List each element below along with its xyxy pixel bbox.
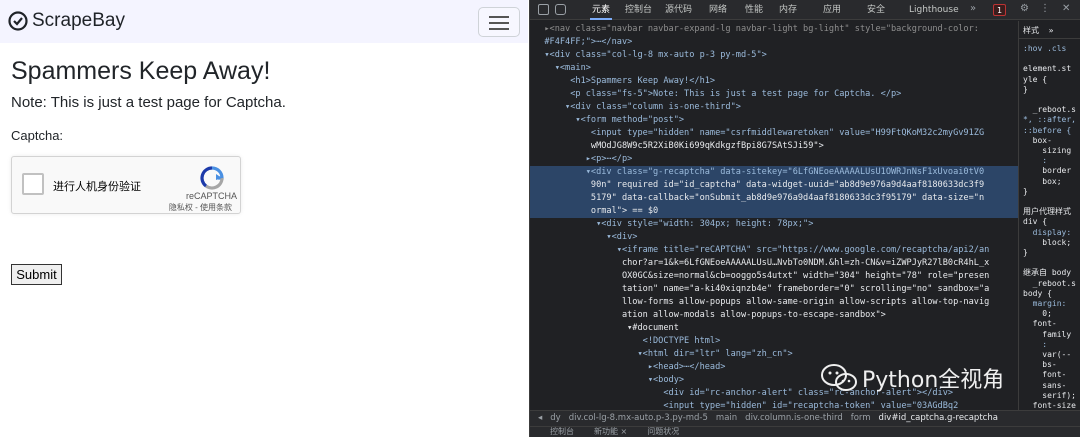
- submit-button[interactable]: Submit: [11, 264, 62, 285]
- devtools-tab[interactable]: Lighthouse: [907, 0, 961, 20]
- dom-tree-line[interactable]: <h1>Spammers Keep Away!</h1>: [534, 75, 715, 88]
- navbar: ScrapeBay: [0, 0, 528, 43]
- recaptcha-widget: 进行人机身份验证 reCAPTCHA 隐私权 - 使用条款: [11, 156, 241, 214]
- brand-logo-icon: [8, 11, 28, 31]
- dom-tree-line[interactable]: ▾<div class="col-lg-8 mx-auto p-3 py-md-…: [534, 49, 766, 62]
- dom-tree-line[interactable]: ▾<main>: [534, 62, 591, 75]
- captcha-label: Captcha:: [11, 128, 64, 143]
- recaptcha-privacy-terms-links[interactable]: 隐私权 - 使用条款: [169, 202, 232, 213]
- dom-tree-line[interactable]: ▾<form method="post">: [534, 114, 684, 127]
- style-rule-line: }: [1023, 84, 1028, 94]
- style-rule-line: block;: [1023, 237, 1072, 247]
- dom-tree-line[interactable]: ▸<p>⋯</p>: [534, 153, 633, 166]
- devtools-tab[interactable]: 元素: [590, 0, 613, 20]
- brand-name: ScrapeBay: [32, 10, 125, 31]
- dom-tree-line[interactable]: ▾<iframe title="reCAPTCHA" src="https://…: [534, 244, 990, 257]
- dom-tree-line[interactable]: ▾<div>: [534, 231, 637, 244]
- hamburger-icon: [489, 16, 509, 18]
- dom-tree-line[interactable]: #F4F4FF;">⋯</nav>: [534, 36, 632, 49]
- dom-tree-line[interactable]: ▾#document: [534, 322, 679, 335]
- inspect-element-icon[interactable]: [538, 4, 549, 15]
- brand[interactable]: ScrapeBay: [8, 10, 125, 32]
- drawer-tab[interactable]: 问题状况: [647, 427, 679, 436]
- devtools-tab[interactable]: 控制台: [623, 0, 654, 20]
- dom-tree-line[interactable]: 90n" required id="id_captcha" data-widge…: [534, 179, 984, 192]
- recaptcha-logo-icon: [200, 166, 224, 190]
- drawer-tab[interactable]: 控制台: [550, 427, 574, 436]
- dom-tree-line[interactable]: tation" name="a-ki40xiqnzb4e" frameborde…: [534, 283, 989, 296]
- devtools-tab[interactable]: 性能: [743, 0, 765, 20]
- breadcrumb-item[interactable]: form: [851, 413, 871, 423]
- recaptcha-brand: reCAPTCHA: [185, 191, 237, 201]
- dom-tree-line[interactable]: ▸<nav class="navbar navbar-expand-lg nav…: [534, 23, 979, 36]
- devtools-tab[interactable]: 网络: [707, 0, 729, 20]
- dom-tree-line[interactable]: ▾<div class="column is-one-third">: [534, 101, 741, 114]
- dom-tree-line[interactable]: llow-forms allow-popups allow-same-origi…: [534, 296, 989, 309]
- more-tabs-icon[interactable]: »: [970, 3, 976, 14]
- style-rule-line: box;: [1023, 176, 1062, 186]
- dom-tree-line[interactable]: 5179" data-callback="onSubmit_ab8d9e976a…: [534, 192, 984, 205]
- dom-tree-line[interactable]: ▾<html dir="ltr" lang="zh_cn">: [534, 348, 792, 361]
- drawer-tab-bar: 控制台 新功能 × 问题状况: [530, 426, 1080, 437]
- breadcrumb-item[interactable]: div#id_captcha.g-recaptcha: [879, 413, 998, 423]
- hamburger-icon-bar: [489, 28, 509, 30]
- devtools-tab[interactable]: 应用: [821, 0, 843, 20]
- dom-tree-line[interactable]: <input type="hidden" id="recaptcha-token…: [534, 400, 958, 410]
- device-toolbar-icon[interactable]: [555, 4, 566, 15]
- styles-tab-label[interactable]: 样式 »: [1023, 25, 1053, 36]
- breadcrumb: ◂ dy div.col-lg-8.mx-auto.p-3.py-md-5 main d…: [530, 410, 1080, 426]
- recaptcha-checkbox[interactable]: [22, 173, 44, 195]
- style-rule-line: font-size: [1023, 401, 1076, 410]
- kebab-menu-icon[interactable]: ⋮: [1040, 3, 1050, 14]
- devtools-tab[interactable]: 安全: [865, 0, 887, 20]
- breadcrumb-item[interactable]: div.column.is-one-third: [745, 413, 843, 423]
- devtools-tab-bar: 元素 控制台 源代码 网络 性能 内存 应用 安全 Lighthouse » 1 ⚙ ⋮ ✕: [530, 0, 1080, 20]
- page-title: Spammers Keep Away!: [11, 57, 271, 85]
- breadcrumb-item[interactable]: div.col-lg-8.mx-auto.p-3.py-md-5: [569, 413, 708, 423]
- devtools-tab[interactable]: 源代码: [663, 0, 694, 20]
- dom-tree-line[interactable]: ▾<div class="g-recaptcha" data-sitekey="…: [534, 166, 984, 179]
- close-icon[interactable]: ✕: [1062, 3, 1070, 14]
- style-rule-line: }: [1023, 248, 1028, 257]
- navbar-toggle-button[interactable]: [478, 7, 520, 37]
- dom-tree-line[interactable]: ation allow-modals allow-popups-to-escap…: [534, 309, 886, 322]
- dom-tree-line[interactable]: ▸<head>⋯</head>: [534, 361, 726, 374]
- drawer-tab[interactable]: 新功能 ×: [594, 427, 627, 436]
- elements-dom-tree[interactable]: ▸<nav class="navbar navbar-expand-lg nav…: [530, 21, 1018, 410]
- styles-tab-header[interactable]: 样式 »: [1019, 21, 1080, 39]
- breadcrumb-item[interactable]: main: [716, 413, 737, 423]
- wechat-logo-icon: [821, 364, 857, 391]
- breadcrumb-item[interactable]: dy: [550, 413, 560, 423]
- style-rule-line: :hov .cls: [1023, 44, 1067, 53]
- dom-tree-line[interactable]: ▾<body>: [534, 374, 684, 387]
- recaptcha-checkbox-label: 进行人机身份验证: [53, 181, 141, 193]
- error-count-badge[interactable]: 1: [993, 4, 1007, 16]
- breadcrumb-scroll-left-icon[interactable]: ◂: [538, 413, 542, 423]
- watermark: Python全视角: [820, 362, 1004, 394]
- watermark-text: Python全视角: [862, 368, 1005, 393]
- page-note: Note: This is just a test page for Captc…: [11, 94, 286, 111]
- gear-icon[interactable]: ⚙: [1020, 3, 1029, 14]
- dom-tree-line[interactable]: OX0GC&size=normal&cb=ooggo5s4utxt" width…: [534, 270, 989, 283]
- dom-tree-line[interactable]: ormal"> == $0: [534, 205, 658, 218]
- devtools-tab[interactable]: 内存: [777, 0, 799, 20]
- dom-tree-line[interactable]: <p class="fs-5">Note: This is just a tes…: [534, 88, 901, 101]
- webpage-viewport: ScrapeBay Spammers Keep Away! Note: This…: [0, 0, 528, 437]
- dom-tree-line[interactable]: <!DOCTYPE html>: [534, 335, 721, 348]
- dom-tree-line[interactable]: wMOdJG8W9c5R2XiB0Ki699qKdkgzfBpi8G7SAtSJ…: [534, 140, 824, 153]
- hamburger-icon-bar: [489, 22, 509, 24]
- styles-pane: 样式 » :hov .cls element.st yle {} _reboot.s…: [1018, 21, 1080, 410]
- dom-tree-line[interactable]: chor?ar=1&k=6LfGNEoeAAAAALUsU…NvbTo0NDM.…: [534, 257, 989, 270]
- style-rule-line: }: [1023, 186, 1028, 196]
- dom-tree-line[interactable]: ▾<div style="width: 304px; height: 78px;…: [534, 218, 813, 231]
- dom-tree-line[interactable]: <input type="hidden" name="csrfmiddlewar…: [534, 127, 984, 140]
